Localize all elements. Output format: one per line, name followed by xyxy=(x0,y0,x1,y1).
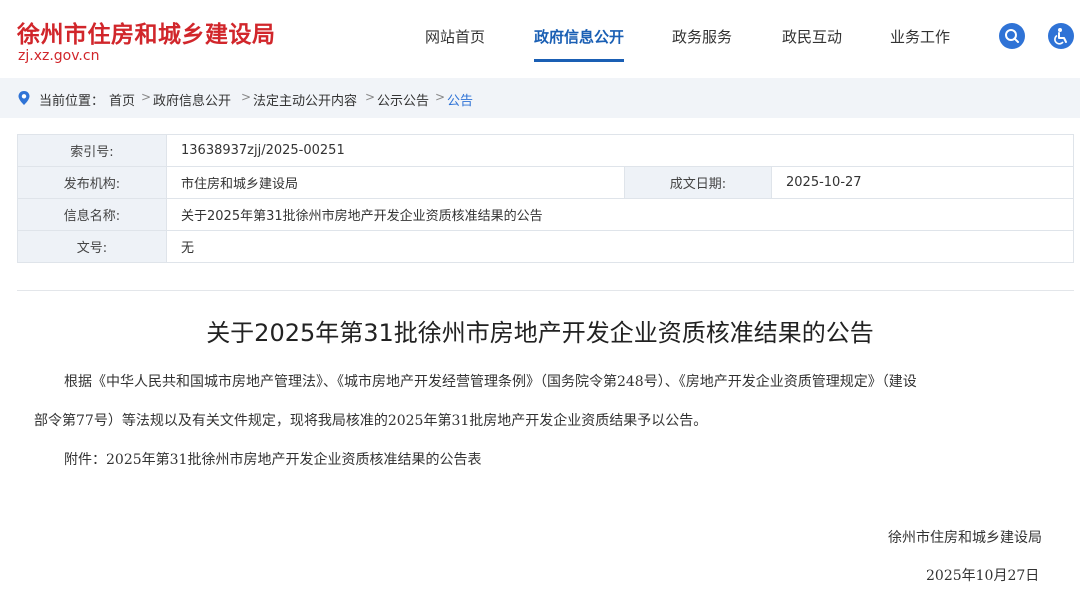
info-row-name: 信息名称: 关于2025年第31批徐州市房地产开发企业资质核准结果的公告 xyxy=(17,198,1074,231)
info-table: 索引号: 13638937zjj/2025-00251 发布机构: 市住房和城乡… xyxy=(17,134,1074,263)
info-row-index: 索引号: 13638937zjj/2025-00251 xyxy=(17,134,1074,167)
org-label: 发布机构: xyxy=(17,166,167,199)
breadcrumb-separator: > xyxy=(435,90,446,104)
nav-business[interactable]: 业务工作 xyxy=(890,26,950,47)
nav-active-indicator xyxy=(534,59,624,62)
breadcrumb-separator: > xyxy=(141,90,152,104)
breadcrumb-separator: > xyxy=(241,90,252,104)
info-row-org: 发布机构: 市住房和城乡建设局 成文日期: 2025-10-27 xyxy=(17,166,1074,199)
name-label: 信息名称: xyxy=(17,198,167,231)
nav-home[interactable]: 网站首页 xyxy=(425,26,485,47)
org-value: 市住房和城乡建设局 xyxy=(166,166,625,199)
article-paragraph-line1: 根据《中华人民共和国城市房地产管理法》、《城市房地产开发经营管理条例》（国务院令… xyxy=(64,374,917,390)
breadcrumb-separator: > xyxy=(365,90,376,104)
search-icon xyxy=(1005,29,1019,43)
breadcrumb-prefix: 当前位置： xyxy=(39,94,105,109)
location-pin-icon xyxy=(18,91,30,105)
search-button[interactable] xyxy=(999,23,1025,49)
breadcrumb-notices[interactable]: 公示公告 xyxy=(377,90,429,109)
article-sign-date: 2025年10月27日 xyxy=(926,568,1040,584)
nav-interaction[interactable]: 政民互动 xyxy=(782,26,842,47)
accessibility-button[interactable] xyxy=(1048,23,1074,49)
date-label: 成文日期: xyxy=(624,166,772,199)
breadcrumb-gov-info[interactable]: 政府信息公开 xyxy=(153,90,231,109)
index-label: 索引号: xyxy=(17,134,167,167)
article-attachment: 附件：2025年第31批徐州市房地产开发企业资质核准结果的公告表 xyxy=(64,452,482,468)
site-title[interactable]: 徐州市住房和城乡建设局 xyxy=(17,15,276,49)
breadcrumb-statutory[interactable]: 法定主动公开内容 xyxy=(253,90,357,109)
date-value: 2025-10-27 xyxy=(771,166,1074,199)
breadcrumb-current[interactable]: 公告 xyxy=(447,90,473,109)
breadcrumb: 当前位置： 首页 > 政府信息公开 > 法定主动公开内容 > 公示公告 > 公告 xyxy=(0,78,1080,118)
nav-gov-info[interactable]: 政府信息公开 xyxy=(534,26,624,47)
accessibility-icon xyxy=(1054,28,1067,45)
index-value: 13638937zjj/2025-00251 xyxy=(166,134,1074,167)
info-row-doc: 文号: 无 xyxy=(17,230,1074,263)
site-header: 徐州市住房和城乡建设局 zj.xz.gov.cn 网站首页 政府信息公开 政务服… xyxy=(0,0,1080,78)
article-paragraph-line2: 部令第77号）等法规以及有关文件规定，现将我局核准的2025年第31批房地产开发… xyxy=(34,413,708,429)
doc-value: 无 xyxy=(166,230,1074,263)
name-value: 关于2025年第31批徐州市房地产开发企业资质核准结果的公告 xyxy=(166,198,1074,231)
article-title: 关于2025年第31批徐州市房地产开发企业资质核准结果的公告 xyxy=(206,319,874,347)
breadcrumb-home[interactable]: 首页 xyxy=(109,90,135,109)
content-divider xyxy=(17,290,1074,291)
nav-gov-service[interactable]: 政务服务 xyxy=(672,26,732,47)
site-url[interactable]: zj.xz.gov.cn xyxy=(18,48,99,64)
doc-label: 文号: xyxy=(17,230,167,263)
article-signature: 徐州市住房和城乡建设局 xyxy=(888,530,1042,546)
